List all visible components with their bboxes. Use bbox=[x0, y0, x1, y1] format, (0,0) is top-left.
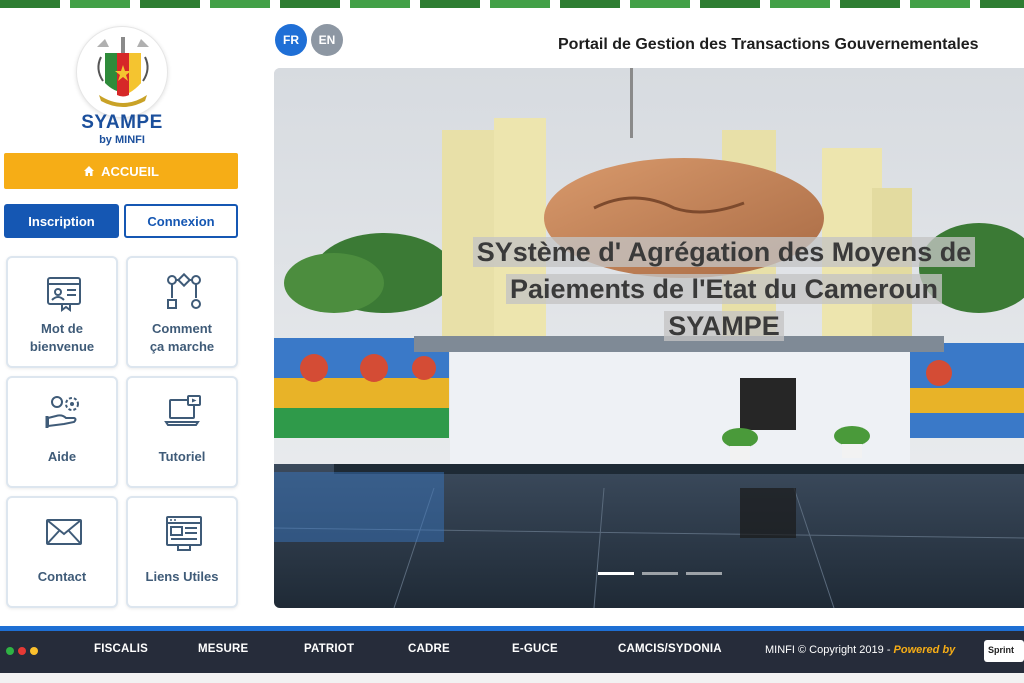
powered-by-label: Powered by bbox=[893, 644, 956, 656]
carousel-indicator-1[interactable] bbox=[598, 572, 634, 575]
carousel-indicator-2[interactable] bbox=[642, 572, 678, 575]
hero-caption-line2: Paiements de l'Etat du Cameroun bbox=[505, 274, 943, 304]
tile-tutoriel[interactable]: Tutoriel bbox=[126, 376, 238, 488]
footer-link-e-guce[interactable]: E-GUCE bbox=[512, 643, 558, 655]
coat-of-arms-icon bbox=[97, 37, 149, 107]
tile-label: Tutoriel bbox=[158, 449, 206, 464]
tile-mot-de-bienvenue[interactable]: Mot de bienvenue bbox=[6, 256, 118, 368]
tile-liens-utiles[interactable]: Liens Utiles bbox=[126, 496, 238, 608]
tile-label: Contact bbox=[37, 569, 87, 584]
envelope-icon bbox=[46, 519, 82, 545]
tile-label: Mot de bienvenue bbox=[29, 321, 95, 354]
lang-fr-button[interactable]: FR bbox=[275, 24, 307, 56]
brand-name: SYAMPE bbox=[81, 112, 163, 133]
inscription-button[interactable]: Inscription bbox=[4, 204, 119, 238]
status-dot-red bbox=[18, 647, 26, 655]
footer-bar: FISCALIS MESURE PATRIOT CADRE E-GUCE CAM… bbox=[0, 631, 1024, 673]
partner-logo[interactable]: Sprint bbox=[984, 640, 1024, 662]
carousel-indicators bbox=[598, 572, 722, 575]
sidebar: SYAMPE by MINFI ACCUEIL Inscription Conn… bbox=[0, 8, 250, 628]
tile-contact[interactable]: Contact bbox=[6, 496, 118, 608]
carousel-indicator-3[interactable] bbox=[686, 572, 722, 575]
lang-en-button[interactable]: EN bbox=[311, 24, 343, 56]
tile-aide[interactable]: Aide bbox=[6, 376, 118, 488]
hero-caption-line3: SYAMPE bbox=[664, 311, 784, 341]
accueil-button[interactable]: ACCUEIL bbox=[4, 153, 238, 189]
status-dot-green bbox=[6, 647, 14, 655]
tile-label: Aide bbox=[47, 449, 77, 464]
hero-caption-line1: SYstème d' Agrégation des Moyens de bbox=[472, 237, 976, 267]
footer-link-cadre[interactable]: CADRE bbox=[408, 643, 450, 655]
hero-carousel[interactable]: SYstème d' Agrégation des Moyens de Paie… bbox=[274, 68, 1024, 608]
web-links-icon bbox=[166, 516, 202, 551]
footer-link-mesure[interactable]: MESURE bbox=[198, 643, 248, 655]
home-icon bbox=[84, 166, 95, 176]
help-gears-icon bbox=[45, 396, 79, 428]
workflow-icon bbox=[167, 272, 201, 309]
welcome-id-icon bbox=[47, 277, 81, 312]
hero-caption: SYstème d' Agrégation des Moyens de Paie… bbox=[454, 234, 994, 345]
tile-comment-ca-marche[interactable]: Comment ça marche bbox=[126, 256, 238, 368]
tile-label: Liens Utiles bbox=[145, 569, 219, 584]
status-dot-yellow bbox=[30, 647, 38, 655]
portal-title: Portail de Gestion des Transactions Gouv… bbox=[558, 36, 979, 53]
copyright-text: MINFI © Copyright 2019 - Powered by bbox=[765, 644, 956, 656]
footer-link-fiscalis[interactable]: FISCALIS bbox=[94, 643, 148, 655]
footer-link-camcis-sydonia[interactable]: CAMCIS/SYDONIA bbox=[618, 643, 722, 655]
tile-label: Comment ça marche bbox=[149, 321, 215, 354]
footer-link-patriot[interactable]: PATRIOT bbox=[304, 643, 354, 655]
accueil-label: ACCUEIL bbox=[101, 163, 159, 179]
brand-subtitle: by MINFI bbox=[99, 134, 145, 146]
bottom-strip bbox=[0, 673, 1024, 683]
coat-of-arms-logo[interactable] bbox=[76, 26, 168, 118]
connexion-button[interactable]: Connexion bbox=[124, 204, 238, 238]
tutorial-laptop-icon bbox=[164, 395, 201, 426]
top-decorative-strip bbox=[0, 0, 1024, 8]
